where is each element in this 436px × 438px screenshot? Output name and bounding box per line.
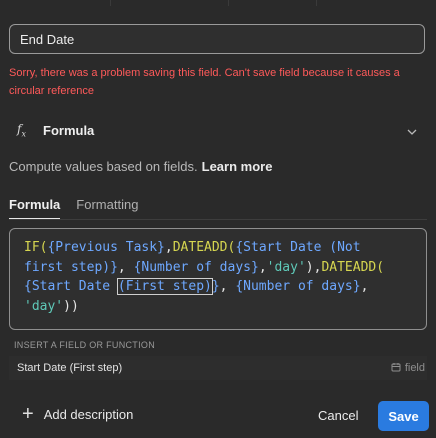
formula-punctuation: , <box>117 259 134 275</box>
insert-section-label: INSERT A FIELD OR FUNCTION <box>14 340 155 350</box>
formula-field-token: {Number of days} <box>133 259 259 275</box>
formula-line-1: IF({Previous Task},DATEADD({Start Date (… <box>24 238 412 258</box>
formula-field-token: {Number of days} <box>235 279 361 294</box>
plus-icon: + <box>22 403 34 425</box>
formula-line-4: 'day')) <box>24 297 412 317</box>
add-description-label: Add description <box>43 406 134 422</box>
tab-formatting[interactable]: Formatting <box>76 197 138 220</box>
footer-divider <box>0 385 436 386</box>
formula-punctuation: ), <box>305 259 322 275</box>
formula-punctuation: , <box>164 240 173 255</box>
formula-punctuation: , <box>360 279 369 294</box>
formula-punctuation: )) <box>63 298 79 314</box>
formula-function-token: IF( <box>24 240 48 255</box>
formula-field-token: } <box>211 279 220 294</box>
formula-string-token: 'day' <box>24 298 64 314</box>
formula-field-token: first step)} <box>24 259 118 275</box>
field-type-select[interactable]: fx Formula <box>9 114 427 146</box>
divider <box>316 0 317 6</box>
field-type-label: Formula <box>43 122 95 138</box>
divider <box>110 0 111 6</box>
suggestion-label: Start Date (First step) <box>17 362 123 374</box>
formula-editor[interactable]: IF({Previous Task},DATEADD({Start Date (… <box>9 228 427 330</box>
tab-formula[interactable]: Formula <box>9 197 61 220</box>
formula-function-token: DATEADD( <box>172 240 236 255</box>
calendar-icon <box>391 362 401 375</box>
field-name-value: End Date <box>20 31 75 47</box>
suggestion-kind: field <box>391 362 425 375</box>
suggestion-item[interactable]: Start Date (First step) field <box>9 356 427 380</box>
formula-function-token: DATEADD( <box>321 259 385 275</box>
tab-bar: Formula Formatting <box>9 197 138 220</box>
formula-field-token: {Start Date (Not <box>235 240 361 255</box>
formula-field-token: {Previous Task} <box>47 240 165 255</box>
suggestion-kind-text: field <box>404 362 425 374</box>
formula-punctuation: , <box>219 279 236 294</box>
chevron-down-icon <box>407 123 417 138</box>
field-description: Compute values based on fields. Learn mor… <box>9 159 272 174</box>
error-message: Sorry, there was a problem saving this f… <box>9 67 400 97</box>
formula-line-2: first step)}, {Number of days},'day'),DA… <box>24 258 412 278</box>
field-name-input[interactable]: End Date <box>9 24 425 54</box>
formula-line-3: {Start Date (First step)}, {Number of da… <box>24 277 412 297</box>
top-strip <box>0 0 436 6</box>
description-text: Compute values based on fields. <box>9 159 198 174</box>
fx-icon: fx <box>17 121 26 139</box>
formula-field-token: {Start Date <box>24 279 118 294</box>
formula-string-token: 'day' <box>266 259 306 275</box>
learn-more-link[interactable]: Learn more <box>202 159 273 174</box>
formula-field-token: (First step) <box>116 278 213 295</box>
divider <box>228 0 229 6</box>
tab-divider <box>9 219 427 220</box>
formula-punctuation: , <box>258 259 267 275</box>
add-description-button[interactable]: + Add description <box>22 403 134 425</box>
save-button[interactable]: Save <box>378 401 429 431</box>
cancel-button[interactable]: Cancel <box>318 408 358 423</box>
